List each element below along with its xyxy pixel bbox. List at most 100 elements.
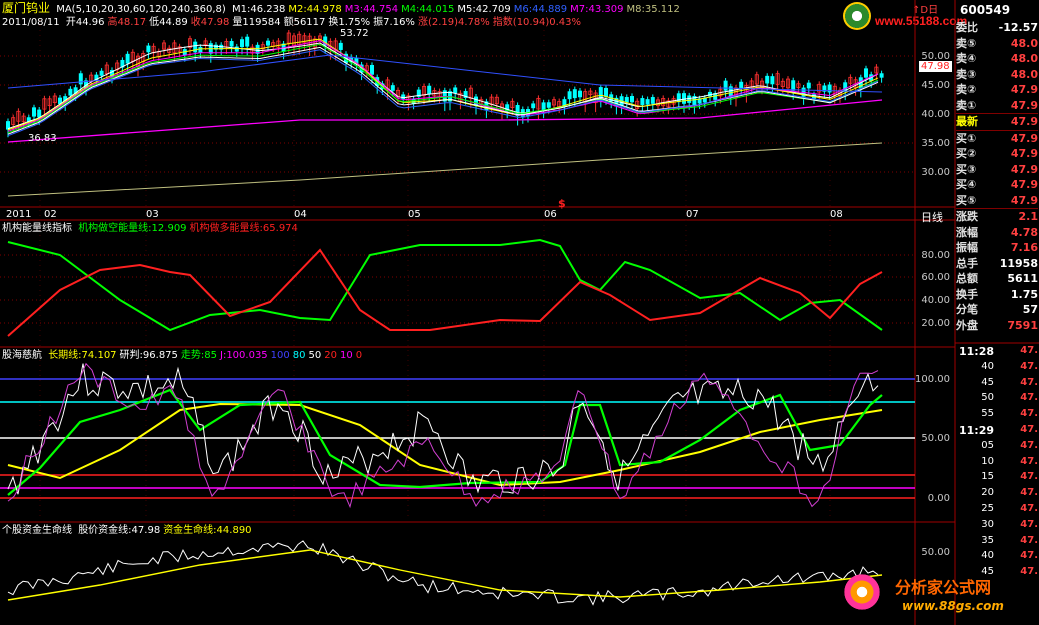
buy-order-row[interactable]: 买⑤ 47.9 — [956, 193, 1038, 209]
indicator1-line: 机构做多能量线:65.974 — [189, 223, 298, 234]
buy-order-row-value: 47.9 — [1010, 178, 1038, 191]
tick-price: 47. — [1020, 502, 1038, 514]
stat-row[interactable]: 外盘 7591 — [956, 318, 1038, 334]
tick-row: 35 47. — [956, 535, 1038, 551]
candle-body — [567, 91, 572, 100]
buy-order-row[interactable]: 买① 47.9 — [956, 131, 1038, 147]
stat-row-label: 总手 — [956, 256, 978, 270]
indicator1-tick: 60.00 — [921, 272, 950, 283]
candle-body — [624, 97, 629, 103]
trend-line — [7, 388, 883, 496]
sell-order-row[interactable]: 卖② 47.9 — [956, 82, 1038, 98]
indicator3-title[interactable]: 个股资金生命线 — [2, 525, 72, 536]
moving-average-line — [7, 38, 879, 131]
candle-body — [879, 73, 884, 78]
indicator3-line: 股价资金线:47.98 — [78, 525, 161, 536]
buy-orders: 买① 47.9 买② 47.9 买③ 47.9 买④ 47.9 买⑤ 47.9 — [956, 131, 1038, 209]
time-axis-label: 2011 — [6, 209, 32, 220]
tick-time: 55 — [981, 408, 994, 420]
candle-body — [864, 68, 869, 78]
buy-order-row[interactable]: 买④ 47.9 — [956, 177, 1038, 193]
buy-order-row-label: 买③ — [956, 162, 977, 176]
sell-order-row[interactable]: 卖⑤ 48.0 — [956, 36, 1038, 52]
stat-row-value: 57 — [1022, 303, 1038, 316]
sell-order-row-value: 48.0 — [1010, 36, 1038, 50]
sell-order-row-label: 卖② — [956, 83, 977, 96]
indicator1-title[interactable]: 机构能量线指标 — [2, 223, 72, 234]
buy-order-row[interactable]: 买③ 47.9 — [956, 162, 1038, 178]
tick-row: 40 47. — [956, 361, 1038, 377]
stat-row[interactable]: 涨跌 2.1 — [956, 209, 1038, 225]
tick-time: 25 — [981, 502, 994, 514]
buy-order-row-value: 47.9 — [1010, 147, 1038, 160]
stat-row[interactable]: 振幅 7.16 — [956, 240, 1038, 256]
buy-order-row-value: 47.9 — [1010, 131, 1038, 145]
buy-order-row-value: 47.9 — [1010, 193, 1038, 207]
indicator2-lines: 长期线:74.107 研判:96.875 走势:85 J:100.035 100 80 50… — [48, 350, 365, 361]
sell-order-row-value: 47.9 — [1010, 83, 1038, 96]
stock-chart-window: 厦门钨业 MA(5,10,20,30,60,120,240,360,8) M1:… — [0, 0, 1039, 625]
buy-order-row[interactable]: 买② 47.9 — [956, 146, 1038, 162]
indicator2-line: 0 — [355, 350, 363, 361]
stat-row-value: 2.1 — [1018, 210, 1039, 223]
sell-orders: 卖⑤ 48.0 卖④ 48.0 卖③ 48.0 卖② 47.9 卖① 47.9 — [956, 36, 1038, 114]
tick-price: 47. — [1020, 518, 1038, 530]
candle-body — [645, 99, 650, 105]
indicator1-tick: 20.00 — [921, 318, 950, 329]
low-price-label: 36.83 — [28, 133, 57, 144]
indicator2-line: 50 — [308, 350, 322, 361]
sell-order-row-label: 卖③ — [956, 67, 977, 81]
stat-row-label: 换手 — [956, 287, 978, 301]
candle-body — [640, 98, 645, 105]
stat-row[interactable]: 总手 11958 — [956, 256, 1038, 272]
tick-time: 40 — [981, 550, 994, 562]
tick-time: 45 — [981, 376, 994, 388]
stat-row[interactable]: 总额 5611 — [956, 271, 1038, 287]
tick-row: 50 47. — [956, 392, 1038, 408]
stat-row[interactable]: 换手 1.75 — [956, 287, 1038, 303]
sell-order-row-value: 48.0 — [1010, 67, 1038, 81]
quote-stats: 涨跌 2.1 涨幅 4.78 振幅 7.16 总手 11958 总额 5611 换手 1.75 分笔 57… — [956, 208, 1038, 333]
sell-order-row-label: 卖④ — [956, 52, 977, 65]
tick-price: 47. — [1020, 550, 1038, 562]
sell-order-row[interactable]: 卖③ 48.0 — [956, 67, 1038, 83]
stat-row[interactable]: 涨幅 4.78 — [956, 225, 1038, 241]
tick-price: 47. — [1020, 376, 1038, 388]
candle-body — [68, 88, 73, 96]
candle-body — [390, 85, 395, 91]
sell-order-row[interactable]: 卖④ 48.0 — [956, 51, 1038, 67]
tick-row: 20 47. — [956, 487, 1038, 503]
fund-life-line — [7, 549, 883, 601]
event-marker[interactable]: $ — [558, 197, 566, 210]
candle-body — [453, 87, 458, 94]
indicator2-line: 研判:96.875 — [119, 350, 178, 361]
sell-order-row-value: 47.9 — [1010, 98, 1038, 112]
candle-body — [531, 103, 536, 109]
quote-panel: 委比 -12.57 卖⑤ 48.0 卖④ 48.0 卖③ 48.0 卖② 47.9 卖① 47.9… — [956, 20, 1038, 333]
tick-time: 50 — [981, 392, 994, 404]
tick-price: 47. — [1020, 471, 1038, 483]
tick-time: 40 — [981, 360, 994, 372]
tick-row: 11:29 47. — [956, 424, 1038, 440]
stat-row-value: 11958 — [999, 256, 1038, 270]
sell-order-row[interactable]: 卖① 47.9 — [956, 98, 1038, 114]
last-price-value: 47.9 — [1010, 115, 1038, 128]
stat-row-value: 1.75 — [1010, 287, 1038, 301]
high-price-label: 53.72 — [340, 28, 369, 39]
candle-body — [604, 87, 609, 97]
tick-row: 45 47. — [956, 377, 1038, 393]
indicator1-line: 机构做空能量线:12.909 — [78, 223, 187, 234]
tick-price: 47. — [1020, 345, 1038, 356]
tick-list[interactable]: 11:28 47. 40 47. 45 47. 50 47. 55 47. 11:29 47. 05 47… — [956, 345, 1038, 582]
period-label[interactable]: 日线 — [921, 209, 943, 225]
indicator1-lines: 机构做空能量线:12.909 机构做多能量线:65.974 — [78, 223, 301, 234]
stat-row[interactable]: 分笔 57 — [956, 302, 1038, 318]
stat-row-label: 振幅 — [956, 241, 978, 254]
tick-price: 47. — [1020, 534, 1038, 546]
order-ratio-value: -12.57 — [998, 21, 1038, 34]
candle-body — [99, 70, 104, 76]
indicator2-title[interactable]: 股海慈航 — [2, 350, 42, 361]
tick-row: 55 47. — [956, 408, 1038, 424]
candle-body — [146, 45, 151, 53]
price-tick: 30.00 — [921, 167, 950, 178]
